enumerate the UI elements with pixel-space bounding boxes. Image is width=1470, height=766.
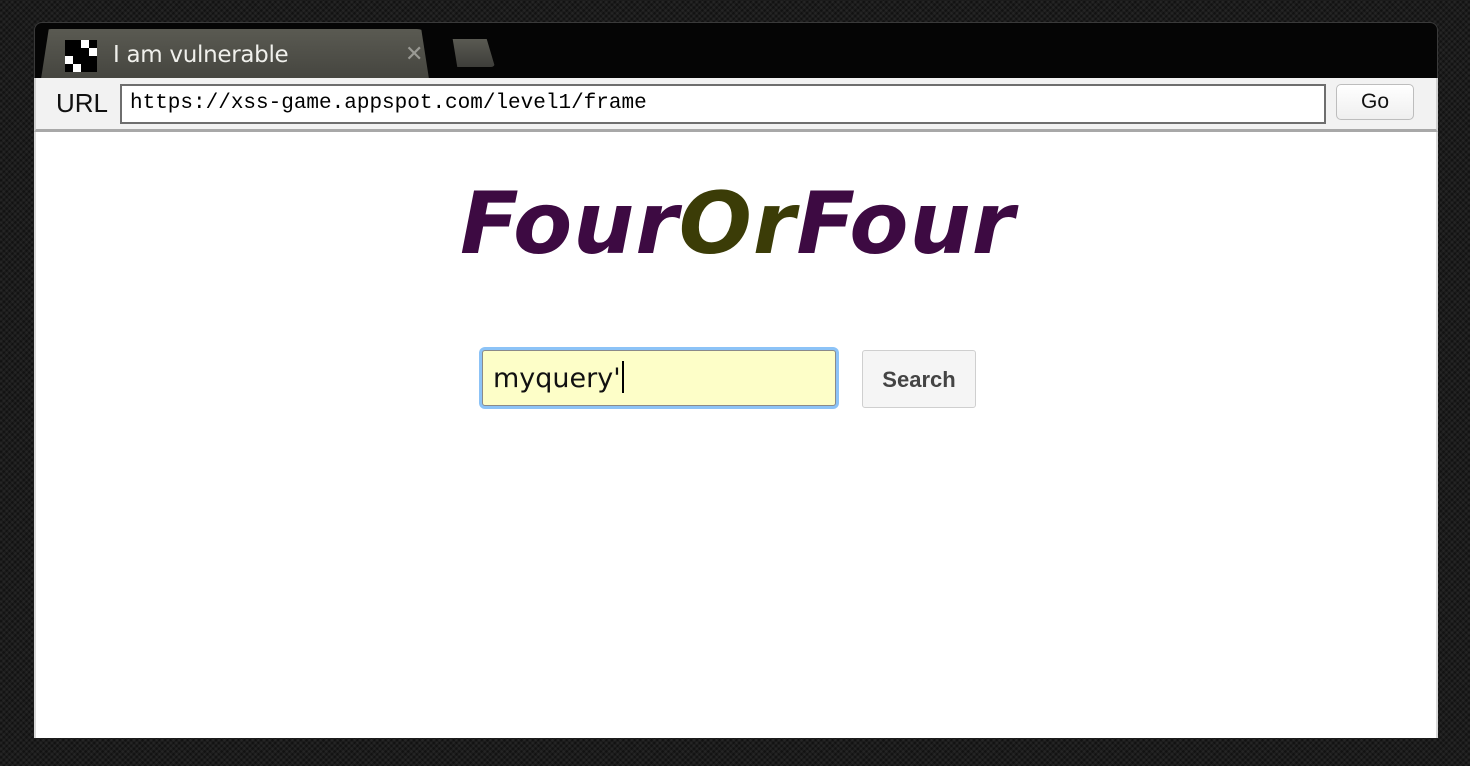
close-tab-icon[interactable]: ✕ — [405, 43, 423, 65]
tab-title: I am vulnerable — [113, 42, 289, 68]
checker-favicon-icon — [65, 40, 97, 72]
page-content: FourOrFour myquery' Search — [34, 132, 1438, 738]
go-button[interactable]: Go — [1336, 84, 1414, 120]
url-input[interactable]: https://xss-game.appspot.com/level1/fram… — [120, 84, 1326, 124]
address-bar: URL https://xss-game.appspot.com/level1/… — [34, 78, 1438, 132]
search-query-text: myquery' — [493, 363, 621, 394]
text-caret — [621, 361, 624, 393]
tab-active[interactable]: I am vulnerable ✕ — [41, 29, 429, 78]
logo-part-or: Or — [678, 174, 797, 274]
new-tab-icon[interactable] — [452, 39, 495, 67]
logo-part-four-2: Four — [796, 174, 1016, 274]
site-logo: FourOrFour — [460, 174, 1015, 274]
tab-strip: I am vulnerable ✕ — [34, 22, 1438, 78]
logo-part-four-1: Four — [460, 174, 679, 274]
browser-window: I am vulnerable ✕ URL https://xss-game.a… — [34, 22, 1438, 738]
search-button[interactable]: Search — [862, 350, 976, 408]
search-input[interactable]: myquery' — [482, 350, 836, 406]
url-label: URL — [56, 88, 109, 118]
